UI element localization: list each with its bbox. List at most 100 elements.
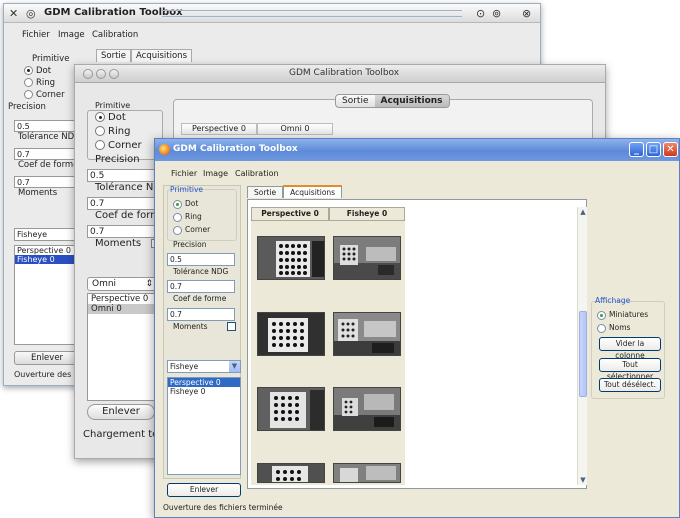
affichage-label: Affichage	[595, 296, 631, 305]
tolerance-field[interactable]: 0.7	[87, 197, 163, 210]
precision-label: Precision	[8, 102, 46, 112]
enlever-button[interactable]: Enlever	[87, 404, 155, 420]
tools-icon[interactable]: ✕	[9, 7, 18, 20]
window-menu-icon[interactable]: ◎	[26, 7, 36, 20]
menu-calibration[interactable]: Calibration	[235, 169, 279, 178]
zoom-icon[interactable]	[109, 69, 119, 79]
vertical-scrollbar[interactable]: ▲ ▼	[577, 207, 587, 485]
menu-fichier[interactable]: Fichier	[171, 169, 197, 178]
radio-icon	[95, 112, 105, 122]
list-item[interactable]: Perspective 0	[15, 246, 75, 255]
list-item-selected[interactable]: Omni 0	[88, 304, 162, 314]
vider-colonne-button[interactable]: Vider la colonne	[599, 337, 661, 360]
chevron-up-icon[interactable]: ▲	[578, 207, 588, 217]
coef-field[interactable]: 0.7	[14, 176, 76, 188]
tab-bar: Sortie Acquisitions	[335, 94, 450, 108]
tolerance-label: Tolérance NDG	[173, 267, 229, 276]
list-item-selected[interactable]: Perspective 0	[168, 378, 240, 387]
radio-corner[interactable]: Corner	[95, 140, 142, 151]
thumbnail-fisheye[interactable]	[333, 387, 401, 431]
close-icon[interactable]: ✕	[663, 142, 678, 157]
radio-icon	[95, 140, 105, 150]
thumbnail-fisheye[interactable]	[333, 312, 401, 356]
list-item[interactable]: Fisheye 0	[168, 387, 240, 396]
updown-icon: ⇕	[145, 279, 153, 289]
precision-label: Precision	[95, 154, 140, 165]
radio-ring[interactable]: Ring	[95, 126, 130, 137]
camera-combo[interactable]: Fisheye ▼	[167, 360, 241, 373]
tout-deselect-button[interactable]: Tout désélect.	[599, 378, 661, 392]
close-icon[interactable]: ⊗	[522, 7, 531, 20]
radio-icon	[95, 126, 105, 136]
radio-corner[interactable]: Corner	[173, 225, 210, 235]
title-decoration	[162, 10, 462, 17]
precision-field[interactable]: 0.5	[14, 120, 76, 132]
maximize-icon[interactable]: ⊚	[492, 7, 501, 20]
column-header[interactable]: Fisheye 0	[329, 207, 405, 221]
column-header[interactable]: Perspective 0	[181, 123, 257, 135]
thumbnail-perspective[interactable]	[257, 312, 325, 356]
menu-image[interactable]: Image	[58, 30, 85, 40]
precision-field[interactable]: 0.5	[167, 253, 235, 266]
menu-calibration[interactable]: Calibration	[92, 30, 138, 40]
minimize-icon[interactable]	[96, 69, 106, 79]
tab-acquisitions[interactable]: Acquisitions	[374, 95, 449, 107]
thumbnail-perspective[interactable]	[257, 387, 325, 431]
radio-dot[interactable]: Dot	[95, 112, 126, 123]
menu-fichier[interactable]: Fichier	[22, 30, 50, 40]
radio-icon	[173, 212, 182, 222]
camera-list[interactable]: Perspective 0 Fisheye 0	[14, 245, 76, 345]
list-item[interactable]: Perspective 0	[88, 294, 162, 304]
maximize-icon[interactable]: □	[646, 142, 661, 157]
coef-field[interactable]: 0.7	[87, 225, 163, 238]
minimize-icon[interactable]: ⊙	[476, 7, 485, 20]
tab-sortie[interactable]: Sortie	[247, 186, 284, 198]
radio-corner[interactable]: Corner	[24, 90, 65, 100]
tout-selectionner-button[interactable]: Tout sélectionner	[599, 358, 661, 381]
thumbnail-fisheye[interactable]	[333, 236, 401, 280]
radio-icon	[173, 199, 182, 209]
title-bar[interactable]: GDM Calibration Toolbox _ □ ✕	[155, 139, 679, 161]
radio-miniatures[interactable]: Miniatures	[597, 310, 648, 320]
radio-ring[interactable]: Ring	[24, 78, 55, 88]
tolerance-field[interactable]: 0.7	[167, 280, 235, 293]
thumbnail-perspective[interactable]	[257, 236, 325, 280]
column-header[interactable]: Perspective 0	[251, 207, 329, 221]
thumbnail-perspective[interactable]	[257, 463, 325, 483]
menu-image[interactable]: Image	[203, 169, 228, 178]
camera-combo[interactable]: Fisheye	[14, 228, 76, 241]
radio-ring[interactable]: Ring	[173, 212, 202, 222]
thumbnail-fisheye[interactable]	[333, 463, 401, 483]
close-icon[interactable]	[83, 69, 93, 79]
moments-label: Moments	[173, 322, 208, 331]
list-item-selected[interactable]: Fisheye 0	[15, 255, 75, 264]
tab-acquisitions[interactable]: Acquisitions	[283, 185, 343, 198]
tolerance-field[interactable]: 0.7	[14, 148, 76, 160]
coef-field[interactable]: 0.7	[167, 308, 235, 321]
camera-list[interactable]: Perspective 0 Omni 0	[87, 293, 163, 401]
title-bar[interactable]: ✕ ◎ GDM Calibration Toolbox ⊙ ⊚ ⊗	[4, 4, 540, 23]
chevron-down-icon[interactable]: ▼	[229, 361, 240, 372]
chevron-down-icon[interactable]: ▼	[578, 475, 588, 485]
tab-acquisitions[interactable]: Acquisitions	[131, 49, 192, 62]
moments-checkbox[interactable]	[227, 322, 236, 331]
enlever-button[interactable]: Enlever	[167, 483, 241, 497]
enlever-button[interactable]: Enlever	[14, 351, 80, 365]
precision-field[interactable]: 0.5	[87, 169, 163, 182]
moments-label: Moments	[95, 238, 142, 249]
column-header[interactable]: Omni 0	[257, 123, 333, 135]
precision-label: Precision	[173, 240, 207, 249]
minimize-icon[interactable]: _	[629, 142, 644, 157]
primitive-label: Primitive	[32, 54, 70, 64]
radio-dot[interactable]: Dot	[24, 66, 51, 76]
radio-dot[interactable]: Dot	[173, 199, 198, 209]
primitive-label: Primitive	[95, 101, 131, 110]
title-bar[interactable]: GDM Calibration Toolbox	[75, 65, 605, 83]
radio-icon	[24, 90, 33, 99]
tab-sortie[interactable]: Sortie	[96, 49, 132, 62]
camera-list[interactable]: Perspective 0 Fisheye 0	[167, 377, 241, 475]
radio-noms[interactable]: Noms	[597, 323, 630, 333]
camera-combo[interactable]: Omni ⇕	[87, 277, 157, 291]
tab-sortie[interactable]: Sortie	[336, 95, 375, 107]
scrollbar-thumb[interactable]	[579, 311, 587, 397]
